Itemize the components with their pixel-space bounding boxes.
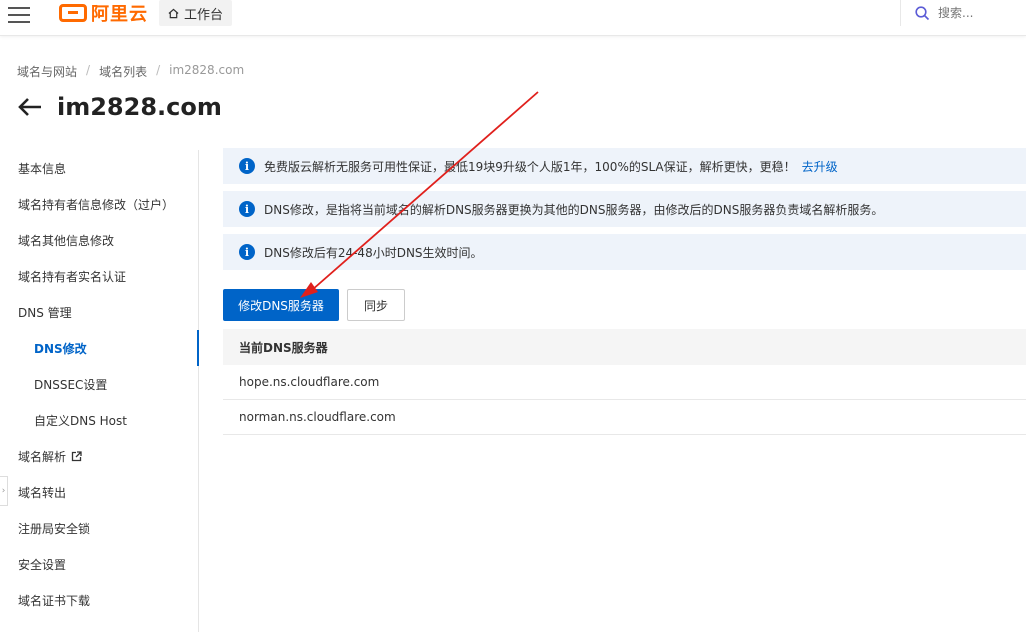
sidebar-item-domain-resolution[interactable]: 域名解析 (0, 438, 198, 474)
table-cell: norman.ns.cloudflare.com (239, 410, 396, 424)
sidebar-item-label: 域名转出 (18, 485, 67, 500)
notice-text: DNS修改后有24-48小时DNS生效时间。 (264, 245, 483, 260)
sidebar-item-label: 基本信息 (18, 161, 67, 176)
sidebar-item-label: 域名持有者信息修改（过户） (18, 197, 175, 212)
logo-text: 阿里云 (91, 4, 148, 25)
sidebar-item-label: 注册局安全锁 (18, 521, 91, 536)
sidebar-item-label: DNS 管理 (18, 305, 72, 320)
workbench-label: 工作台 (184, 7, 224, 23)
info-icon: i (239, 158, 255, 174)
sidebar-item-label: 域名持有者实名认证 (18, 269, 127, 284)
menu-icon[interactable] (8, 4, 30, 23)
table-cell: hope.ns.cloudflare.com (239, 375, 380, 389)
sidebar-item-other-info[interactable]: 域名其他信息修改 (0, 222, 198, 258)
sidebar-item-label: 域名证书下载 (18, 593, 91, 608)
sidebar-item-label: 域名其他信息修改 (18, 233, 115, 248)
sidebar-item-label: 安全设置 (18, 557, 67, 572)
sidebar-item-transfer-out[interactable]: 域名转出 (0, 474, 198, 510)
sidebar: 基本信息 域名持有者信息修改（过户） 域名其他信息修改 域名持有者实名认证 DN… (0, 150, 199, 632)
workbench-button[interactable]: 工作台 (159, 0, 233, 26)
sidebar-collapse-handle[interactable]: › (0, 476, 8, 506)
sidebar-item-certificate-download[interactable]: 域名证书下载 (0, 582, 198, 618)
sidebar-item-realname-auth[interactable]: 域名持有者实名认证 (0, 258, 198, 294)
notice-text: 免费版云解析无服务可用性保证，最低19块9升级个人版1年，100%的SLA保证，… (264, 159, 796, 174)
sidebar-item-dnssec[interactable]: DNSSEC设置 (0, 366, 198, 402)
sidebar-item-basic-info[interactable]: 基本信息 (0, 150, 198, 186)
notice-text: DNS修改，是指将当前域名的解析DNS服务器更换为其他的DNS服务器，由修改后的… (264, 202, 884, 217)
top-bar: 阿里云 工作台 (0, 0, 1026, 36)
sidebar-item-label: DNSSEC设置 (34, 377, 108, 392)
back-arrow-icon[interactable] (17, 97, 43, 117)
external-link-icon (71, 450, 82, 461)
info-icon: i (239, 201, 255, 217)
table-header: 当前DNS服务器 (223, 329, 1026, 365)
breadcrumb-item-domains-sites[interactable]: 域名与网站 (17, 63, 77, 80)
search-box[interactable] (900, 0, 1026, 26)
notice-dns-explanation: i DNS修改，是指将当前域名的解析DNS服务器更换为其他的DNS服务器，由修改… (223, 191, 1026, 227)
sidebar-item-dns-management[interactable]: DNS 管理 (0, 294, 198, 330)
table-header-label: 当前DNS服务器 (239, 340, 328, 355)
sidebar-item-label: 域名解析 (18, 449, 67, 464)
modify-dns-button[interactable]: 修改DNS服务器 (223, 289, 339, 321)
aliyun-logo[interactable]: 阿里云 (59, 2, 148, 25)
sidebar-item-custom-dns-host[interactable]: 自定义DNS Host (0, 402, 198, 438)
breadcrumb-item-domain-list[interactable]: 域名列表 (99, 63, 147, 80)
sidebar-item-label: 自定义DNS Host (34, 413, 127, 428)
breadcrumb-item-current: im2828.com (169, 63, 245, 77)
upgrade-link[interactable]: 去升级 (802, 158, 838, 175)
dns-server-table: 当前DNS服务器 hope.ns.cloudflare.com norman.n… (223, 329, 1026, 435)
sidebar-item-holder-change[interactable]: 域名持有者信息修改（过户） (0, 186, 198, 222)
sync-button[interactable]: 同步 (347, 289, 405, 321)
page-header: im2828.com (17, 91, 222, 123)
breadcrumb: 域名与网站 / 域名列表 / im2828.com (17, 63, 244, 80)
breadcrumb-separator: / (86, 63, 91, 77)
sidebar-item-label: DNS修改 (34, 341, 87, 356)
search-input[interactable] (938, 6, 1018, 20)
page-title: im2828.com (57, 93, 222, 121)
logo-mark-icon (59, 4, 87, 22)
breadcrumb-separator: / (156, 63, 161, 77)
sidebar-item-registry-lock[interactable]: 注册局安全锁 (0, 510, 198, 546)
notice-upgrade: i 免费版云解析无服务可用性保证，最低19块9升级个人版1年，100%的SLA保… (223, 148, 1026, 184)
search-icon (915, 5, 930, 20)
info-icon: i (239, 244, 255, 260)
table-row: norman.ns.cloudflare.com (223, 400, 1026, 435)
table-row: hope.ns.cloudflare.com (223, 365, 1026, 400)
sidebar-item-dns-modify[interactable]: DNS修改 (0, 330, 199, 366)
notice-dns-propagation: i DNS修改后有24-48小时DNS生效时间。 (223, 234, 1026, 270)
home-icon (168, 8, 179, 18)
sidebar-item-security-settings[interactable]: 安全设置 (0, 546, 198, 582)
